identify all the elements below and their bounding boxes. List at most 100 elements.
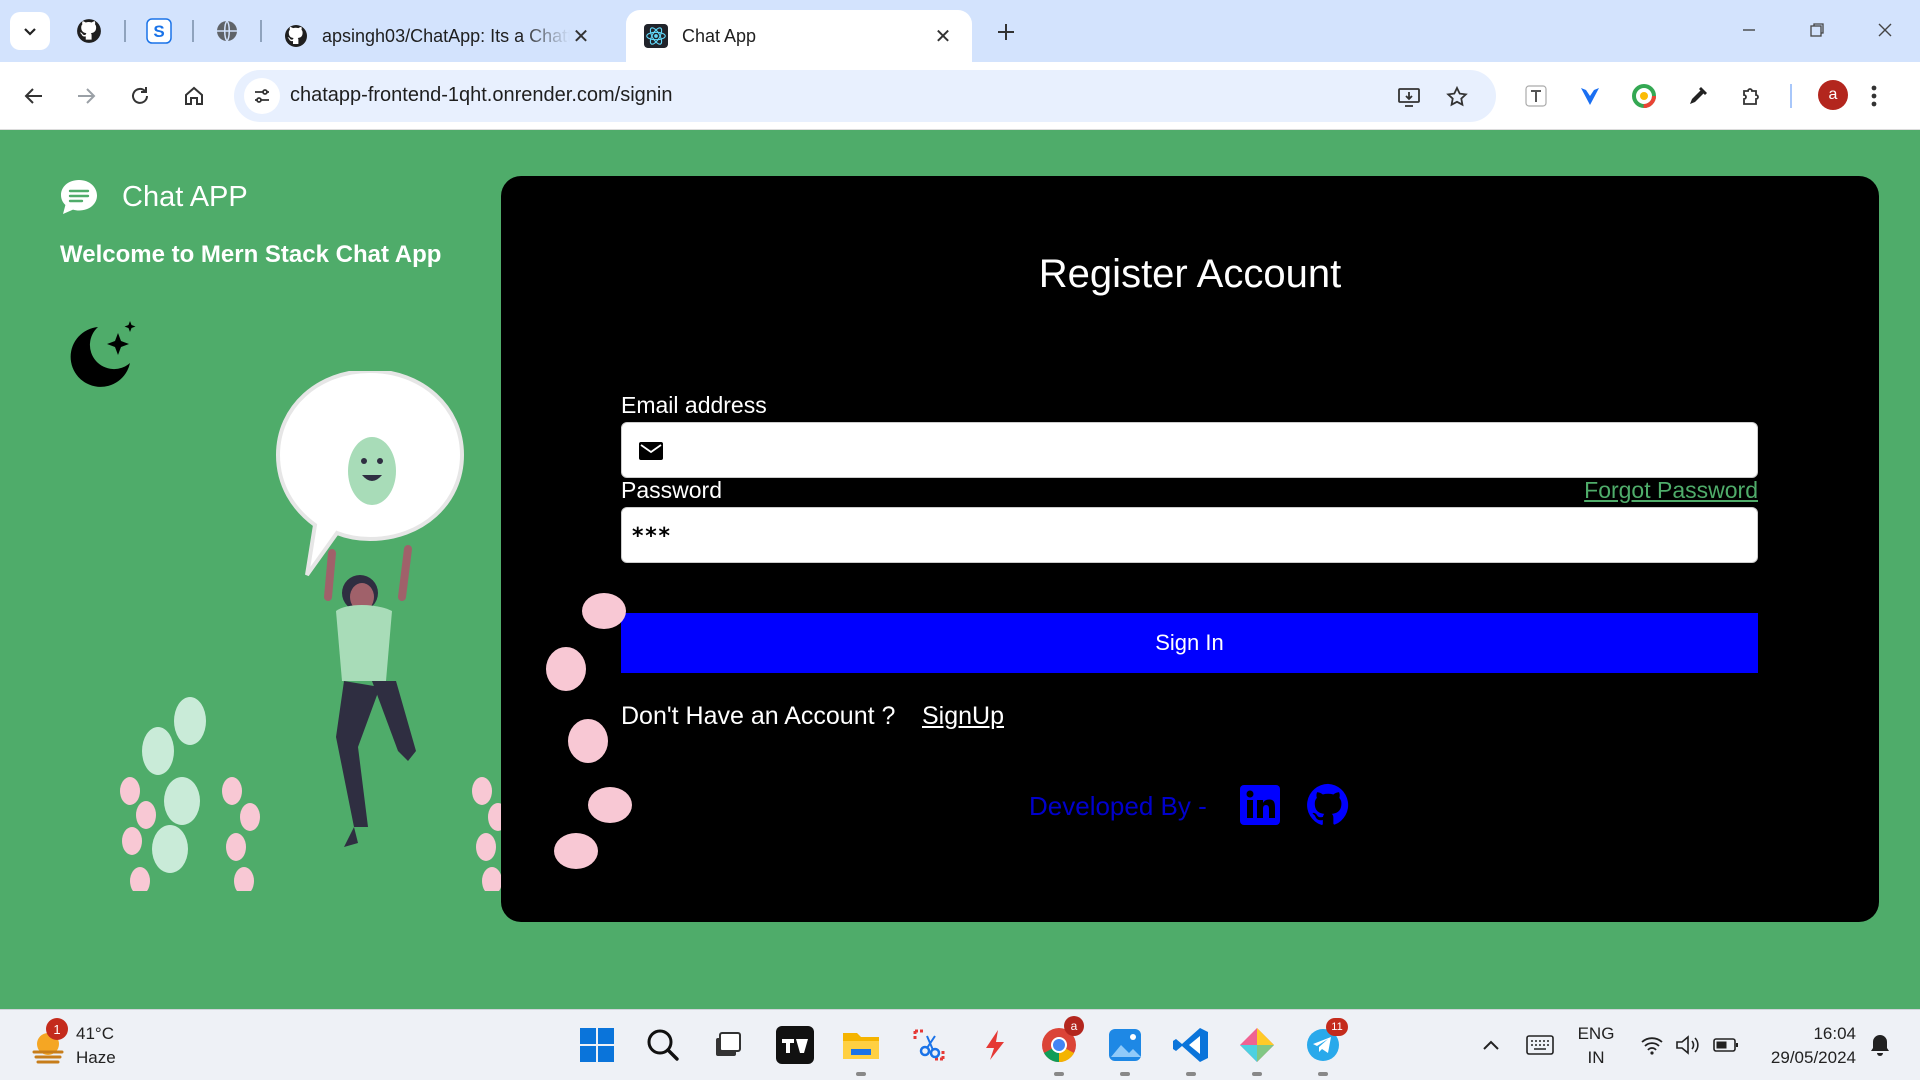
color-wheel-icon [1632,84,1656,108]
reload-icon [132,87,148,104]
email-input[interactable] [678,431,1738,471]
task-view-button[interactable] [704,1022,750,1068]
plus-icon [998,24,1014,40]
extension-eyedropper[interactable] [1680,78,1716,114]
language-region: IN [1587,1048,1605,1067]
linkedin-icon[interactable] [1237,782,1283,828]
taskbar-app-photos[interactable] [1102,1022,1148,1076]
reload-button[interactable] [120,76,160,116]
weather-widget[interactable]: 1 41°C Haze [28,1018,116,1070]
password-label: Password [621,477,722,503]
extensions-button[interactable] [1734,78,1770,114]
close-tab-icon[interactable]: ✕ [570,24,592,49]
wifi-icon [1641,1037,1663,1055]
taskbar-app-gitkraken[interactable] [1234,1022,1280,1076]
github-icon [284,24,308,48]
sign-in-button[interactable]: Sign In [621,613,1758,673]
no-account-text: Don't Have an Account ? [621,702,896,730]
tab-chat-app[interactable]: Chat App ✕ [626,10,972,62]
search-icon [647,1029,679,1061]
notifications-button[interactable] [1864,1030,1896,1060]
extension-text[interactable] [1518,78,1554,114]
volume-status[interactable] [1672,1030,1704,1060]
password-field[interactable]: *** [621,507,1758,563]
tab-search-button[interactable] [10,12,50,50]
pinned-tab-github[interactable] [72,14,106,48]
password-input[interactable] [678,516,1738,556]
close-window-button[interactable] [1862,12,1908,48]
taskbar-app-flash[interactable] [972,1022,1018,1068]
clock[interactable]: 16:04 29/05/2024 [1760,1022,1856,1070]
taskbar-app-explorer[interactable] [838,1022,884,1076]
pinned-tab-s[interactable]: S [142,14,176,48]
brand: Chat APP [58,177,248,217]
diamond-app-icon [1240,1028,1274,1062]
show-hidden-icons-button[interactable] [1476,1030,1506,1060]
weather-desc: Haze [76,1048,116,1067]
speaker-icon [1676,1035,1699,1055]
forgot-password-link[interactable]: Forgot Password [1584,477,1758,504]
signup-link[interactable]: SignUp [922,702,1004,731]
extension-vpn[interactable] [1572,78,1608,114]
lightning-icon [986,1030,1004,1060]
clock-date: 29/05/2024 [1770,1048,1856,1067]
language-indicator[interactable]: ENG IN [1572,1022,1620,1070]
bookmark-button[interactable] [1442,82,1472,112]
email-field[interactable] [621,422,1758,478]
back-button[interactable] [14,76,54,116]
task-view-icon [716,1032,741,1056]
flower-decoration [546,593,632,872]
address-bar[interactable]: chatapp-frontend-1qht.onrender.com/signi… [234,70,1496,122]
tab-separator [192,20,194,42]
puzzle-icon [1743,88,1759,105]
globe-icon [217,20,237,42]
tab-github-repo[interactable]: apsingh03/ChatApp: Its a Chatting App ✕ [266,10,610,62]
tab-strip: S apsingh03/ChatApp: Its a Chatting App … [0,0,1920,62]
weather-temp: 41°C [76,1024,114,1043]
profile-avatar[interactable]: a [1818,80,1848,110]
start-button[interactable] [574,1022,620,1068]
site-info-button[interactable] [244,78,280,114]
taskbar-app-vscode[interactable] [1168,1022,1214,1076]
battery-icon [1713,1038,1738,1052]
minimize-icon [1743,29,1755,31]
taskbar-app-snipping[interactable] [906,1022,952,1068]
arrow-left-icon [24,88,42,104]
star-icon [1446,85,1468,107]
github-link-icon[interactable] [1305,782,1351,828]
taskbar-app-telegram[interactable]: 11 [1300,1018,1348,1076]
github-icon [77,19,101,43]
taskbar-app-chrome[interactable]: a [1036,1016,1084,1076]
new-tab-button[interactable] [988,14,1024,50]
browser-toolbar: chatapp-frontend-1qht.onrender.com/signi… [0,62,1920,130]
running-indicator [1120,1072,1130,1076]
language-code: ENG [1577,1024,1615,1043]
page-content: Chat APP Welcome to Mern Stack Chat App [0,131,1920,1009]
battery-status[interactable] [1710,1030,1742,1060]
svg-text:S: S [153,22,164,41]
forward-button[interactable] [66,76,106,116]
extension-color[interactable] [1626,78,1662,114]
url-text: chatapp-frontend-1qht.onrender.com/signi… [290,84,673,106]
password-icon: *** [631,523,671,549]
taskbar-app-tradingview[interactable] [772,1022,818,1068]
tab-separator [260,20,262,42]
minimize-button[interactable] [1726,12,1772,48]
tradingview-icon [776,1026,814,1064]
restore-icon [1810,23,1824,37]
taskbar: 1 41°C Haze a 11 ENG IN 16:04 29/05/2024 [0,1009,1920,1080]
pinned-tab-globe[interactable] [210,14,244,48]
restore-button[interactable] [1794,12,1840,48]
menu-button[interactable] [1856,78,1892,114]
running-indicator [1054,1072,1064,1076]
close-tab-icon[interactable]: ✕ [932,24,954,49]
home-button[interactable] [174,76,214,116]
touch-keyboard-button[interactable] [1522,1030,1558,1060]
windows-icon [580,1028,614,1062]
text-tool-icon [1525,85,1547,107]
wifi-status[interactable] [1636,1030,1668,1060]
search-button[interactable] [640,1022,686,1068]
telegram-badge: 11 [1326,1018,1348,1036]
folder-icon [843,1033,879,1059]
install-app-button[interactable] [1394,82,1424,112]
